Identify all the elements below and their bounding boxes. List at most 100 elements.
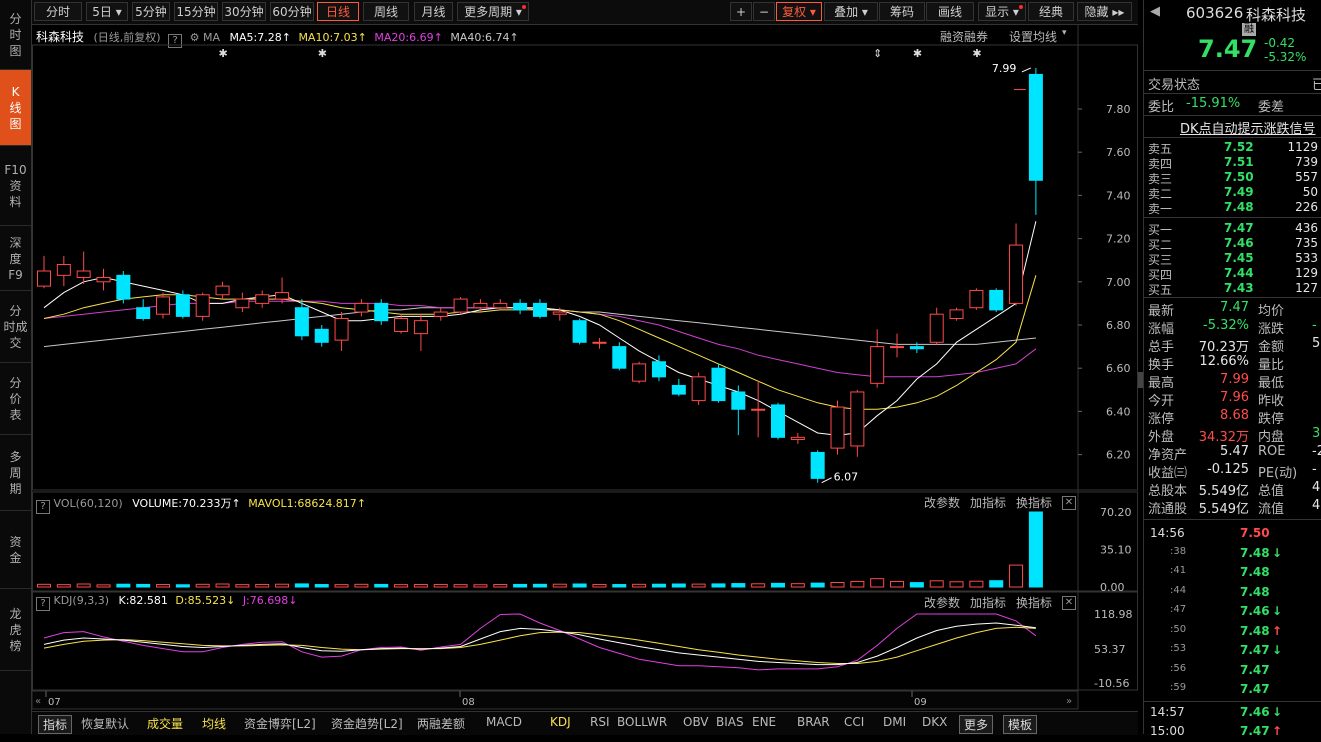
candle[interactable] xyxy=(513,299,528,315)
toolbar-button-0[interactable]: + xyxy=(730,2,752,21)
indicator-tab-9[interactable]: RSI xyxy=(590,715,610,729)
ask-row[interactable]: 卖三 7.50 557 xyxy=(1144,170,1321,186)
candle[interactable] xyxy=(1028,67,1043,215)
candle[interactable] xyxy=(314,325,329,347)
candle[interactable] xyxy=(116,271,131,304)
indicator-tab-0[interactable]: 指标 xyxy=(38,715,73,734)
indicator-tab-16[interactable]: CCI xyxy=(844,715,864,729)
bid-row[interactable]: 买一 7.47 436 xyxy=(1144,221,1321,237)
scroll-right-icon[interactable]: » xyxy=(1066,696,1072,707)
candle[interactable] xyxy=(751,381,766,438)
indicator-tab-8[interactable]: KDJ xyxy=(550,715,571,729)
toolbar-button-1[interactable]: − xyxy=(753,2,775,21)
period-button-8[interactable]: 月线 xyxy=(414,2,453,21)
scroll-left-icon[interactable]: « xyxy=(35,696,41,707)
ask-row[interactable]: 卖四 7.51 739 xyxy=(1144,155,1321,171)
indicator-tab-3[interactable]: 均线 xyxy=(202,715,226,732)
star-marker-icon[interactable]: ✱ xyxy=(913,47,922,60)
indicator-tab-17[interactable]: DMI xyxy=(883,715,906,729)
indicator-tab-2[interactable]: 成交量 xyxy=(147,715,183,732)
period-button-3[interactable]: 15分钟 xyxy=(174,2,218,21)
candle[interactable] xyxy=(612,342,627,371)
candle[interactable] xyxy=(334,312,349,351)
candle[interactable] xyxy=(632,361,647,384)
candle[interactable] xyxy=(949,307,964,321)
indicator-tab-10[interactable]: BOLL xyxy=(617,715,648,729)
candle[interactable] xyxy=(195,292,210,321)
candle[interactable] xyxy=(929,307,944,345)
indicator-tab-4[interactable]: 资金博弈[L2] xyxy=(244,715,316,732)
candle[interactable] xyxy=(572,318,587,345)
sidebar-item-6[interactable]: 多周期 xyxy=(0,435,31,511)
star-marker-icon[interactable]: ✱ xyxy=(972,47,981,60)
bid-row[interactable]: 买四 7.44 129 xyxy=(1144,266,1321,282)
indicator-tab-15[interactable]: BRAR xyxy=(797,715,830,729)
candle[interactable] xyxy=(790,433,805,444)
candle[interactable] xyxy=(830,400,845,455)
candle[interactable] xyxy=(413,314,428,351)
candle[interactable] xyxy=(1009,223,1024,306)
indicator-tab-18[interactable]: DKX xyxy=(922,715,947,729)
candle[interactable] xyxy=(989,288,1004,313)
info-marker-icon[interactable]: ⇕ xyxy=(873,47,882,60)
candle[interactable] xyxy=(374,299,389,325)
indicator-tab-12[interactable]: OBV xyxy=(683,715,709,729)
star-marker-icon[interactable]: ✱ xyxy=(318,47,327,60)
candle[interactable] xyxy=(592,337,607,349)
candle[interactable] xyxy=(711,363,726,403)
candle[interactable] xyxy=(96,268,111,291)
candle[interactable] xyxy=(532,299,547,319)
indicator-tab-11[interactable]: WR xyxy=(647,715,667,729)
candle[interactable] xyxy=(691,372,706,405)
candle[interactable] xyxy=(453,296,468,315)
candle[interactable] xyxy=(890,333,905,358)
period-button-5[interactable]: 60分钟 xyxy=(270,2,314,21)
indicator-tab-13[interactable]: BIAS xyxy=(716,715,744,729)
toolbar-button-5[interactable]: 画线 xyxy=(926,2,974,21)
candle[interactable] xyxy=(275,277,290,304)
indicator-tab-7[interactable]: MACD xyxy=(486,715,522,729)
bid-row[interactable]: 买二 7.46 735 xyxy=(1144,236,1321,252)
candle[interactable] xyxy=(215,281,230,300)
sidebar-item-0[interactable]: 分时图 xyxy=(0,0,31,70)
ask-row[interactable]: 卖五 7.52 1129 xyxy=(1144,140,1321,156)
candle[interactable] xyxy=(354,299,369,317)
ask-row[interactable]: 卖二 7.49 50 xyxy=(1144,185,1321,201)
indicator-tab-5[interactable]: 资金趋势[L2] xyxy=(331,715,403,732)
candle[interactable] xyxy=(175,290,190,319)
dk-signal-link[interactable]: DK点自动提示涨跌信号 xyxy=(1180,118,1316,137)
indicator-tab-19[interactable]: 更多 xyxy=(959,715,994,734)
back-icon[interactable]: ◀ xyxy=(1150,4,1160,19)
sidebar-item-5[interactable]: 分价表 xyxy=(0,363,31,435)
period-button-2[interactable]: 5分钟 xyxy=(132,2,170,21)
period-button-0[interactable]: 分时 xyxy=(34,2,82,21)
candle[interactable] xyxy=(433,307,448,321)
period-button-6[interactable]: 日线 xyxy=(317,2,359,21)
sidebar-item-7[interactable]: 资金 xyxy=(0,511,31,589)
candle[interactable] xyxy=(156,292,171,319)
candle[interactable] xyxy=(136,299,151,321)
indicator-tab-14[interactable]: ENE xyxy=(752,715,776,729)
indicator-tab-1[interactable]: 恢复默认 xyxy=(81,715,129,732)
candle[interactable] xyxy=(56,255,71,287)
period-button-9[interactable]: 更多周期 ▾ xyxy=(457,2,529,21)
candle[interactable] xyxy=(255,290,270,308)
period-button-1[interactable]: 5日 ▾ xyxy=(86,2,128,21)
sidebar-item-1[interactable]: K线图 xyxy=(0,70,31,146)
sidebar-item-4[interactable]: 分时成交 xyxy=(0,291,31,363)
bid-row[interactable]: 买三 7.45 533 xyxy=(1144,251,1321,267)
candle[interactable] xyxy=(731,385,746,436)
period-button-4[interactable]: 30分钟 xyxy=(222,2,266,21)
candle[interactable] xyxy=(37,255,51,289)
toolbar-button-3[interactable]: 叠加 ▾ xyxy=(824,2,878,21)
candle[interactable] xyxy=(770,402,785,440)
toolbar-button-8[interactable]: 隐藏 ▸▸ xyxy=(1077,2,1132,21)
candle[interactable] xyxy=(850,389,865,457)
candle[interactable] xyxy=(76,251,91,284)
ask-row[interactable]: 卖一 7.48 226 xyxy=(1144,200,1321,216)
period-button-7[interactable]: 周线 xyxy=(363,2,409,21)
candle[interactable] xyxy=(473,299,488,313)
chart-area[interactable]: 科森科技 (日线,前复权) ? ⚙ MA MA5:7.28↑ MA10:7.03… xyxy=(32,25,1138,710)
indicator-tab-20[interactable]: 模板 xyxy=(1003,715,1038,734)
bid-row[interactable]: 买五 7.43 127 xyxy=(1144,281,1321,297)
